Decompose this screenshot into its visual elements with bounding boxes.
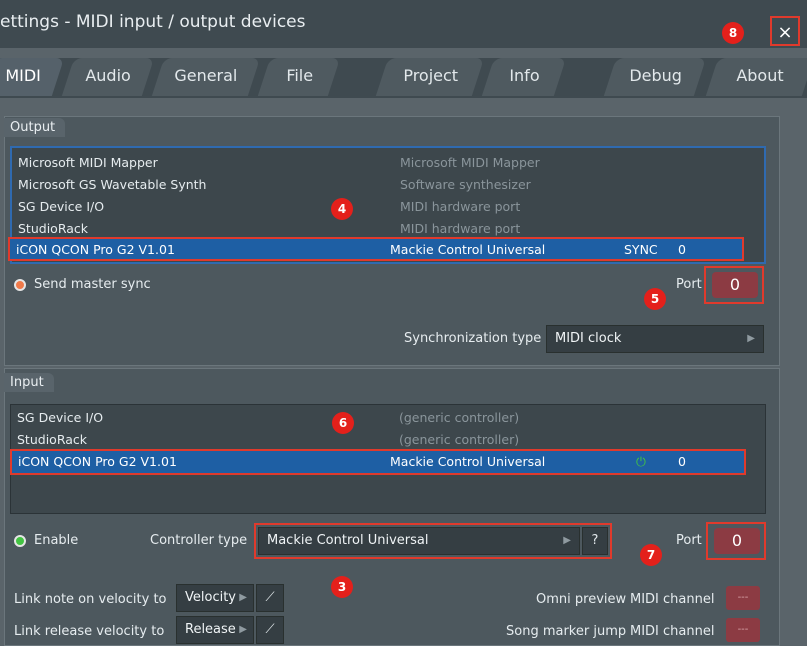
- send-master-sync-radio[interactable]: [14, 279, 26, 291]
- tab-project[interactable]: Project: [375, 58, 485, 96]
- link-note-velocity-button[interactable]: ⟋: [256, 584, 284, 612]
- chevron-right-icon: ▶: [239, 592, 247, 603]
- output-section-label: Output: [4, 118, 66, 137]
- song-marker-channel-selector[interactable]: ---: [726, 618, 760, 642]
- link-note-velocity-select[interactable]: Velocity ▶: [176, 584, 254, 612]
- tab-about[interactable]: About: [705, 58, 807, 96]
- link-note-velocity-label: Link note on velocity to: [14, 592, 167, 607]
- link-release-velocity-label: Link release velocity to: [14, 624, 165, 639]
- sync-type-select[interactable]: MIDI clock ▶: [546, 325, 764, 353]
- annotation-badge: 7: [640, 544, 662, 566]
- controller-type-label: Controller type: [150, 533, 248, 548]
- annotation-badge: 5: [644, 288, 666, 310]
- list-item[interactable]: Microsoft MIDI Mapper Microsoft MIDI Map…: [12, 152, 764, 174]
- list-item[interactable]: SG Device I/O (generic controller): [11, 407, 763, 429]
- input-selected-row[interactable]: iCON QCON Pro G2 V1.01 Mackie Control Un…: [10, 449, 746, 475]
- annotation-badge: 8: [722, 22, 744, 44]
- window-title: ettings - MIDI input / output devices: [0, 12, 306, 32]
- output-selected-row[interactable]: iCON QCON Pro G2 V1.01 Mackie Control Un…: [8, 237, 744, 261]
- link-release-velocity-button[interactable]: ⟋: [256, 616, 284, 644]
- link-curve-icon: ⟋: [265, 590, 275, 605]
- help-icon: ?: [591, 533, 599, 548]
- power-icon: ⏻: [636, 454, 646, 469]
- close-button[interactable]: ×: [770, 16, 800, 46]
- input-port-selector[interactable]: 0: [714, 528, 760, 554]
- list-item[interactable]: StudioRack (generic controller): [11, 429, 763, 451]
- send-master-sync-label: Send master sync: [34, 277, 151, 292]
- list-item[interactable]: SG Device I/O MIDI hardware port: [12, 196, 764, 218]
- output-port-selector[interactable]: 0: [712, 272, 758, 298]
- song-marker-jump-label: Song marker jump: [506, 624, 627, 639]
- tab-midi[interactable]: MIDI: [0, 58, 65, 96]
- close-icon: ×: [777, 22, 793, 43]
- tab-strip: MIDI Audio General File Project Info Deb…: [0, 58, 807, 98]
- input-section-label: Input: [4, 373, 54, 392]
- annotation-badge: 3: [331, 576, 353, 598]
- omni-preview-midi-channel-label: MIDI channel: [630, 592, 715, 607]
- annotation-badge: 4: [331, 198, 353, 220]
- omni-preview-channel-selector[interactable]: ---: [726, 586, 760, 610]
- controller-help-button[interactable]: ?: [582, 527, 608, 555]
- chevron-right-icon: ▶: [747, 333, 755, 344]
- tab-file[interactable]: File: [257, 58, 341, 96]
- sync-type-label: Synchronization type: [404, 331, 542, 346]
- annotation-badge: 6: [332, 412, 354, 434]
- song-marker-midi-channel-label: MIDI channel: [630, 624, 715, 639]
- tab-audio[interactable]: Audio: [61, 58, 155, 96]
- omni-preview-label: Omni preview: [536, 592, 627, 607]
- list-item[interactable]: Microsoft GS Wavetable Synth Software sy…: [12, 174, 764, 196]
- link-release-velocity-select[interactable]: Release ▶: [176, 616, 254, 644]
- chevron-right-icon: ▶: [563, 535, 571, 546]
- tab-info[interactable]: Info: [481, 58, 567, 96]
- output-port-label: Port: [676, 277, 702, 292]
- enable-radio[interactable]: [14, 535, 26, 547]
- enable-label: Enable: [34, 533, 79, 548]
- tab-general[interactable]: General: [151, 58, 261, 96]
- input-port-label: Port: [676, 533, 702, 548]
- tab-debug[interactable]: Debug: [603, 58, 707, 96]
- link-curve-icon: ⟋: [265, 622, 275, 637]
- chevron-right-icon: ▶: [239, 624, 247, 635]
- controller-type-select[interactable]: Mackie Control Universal ▶: [258, 527, 580, 555]
